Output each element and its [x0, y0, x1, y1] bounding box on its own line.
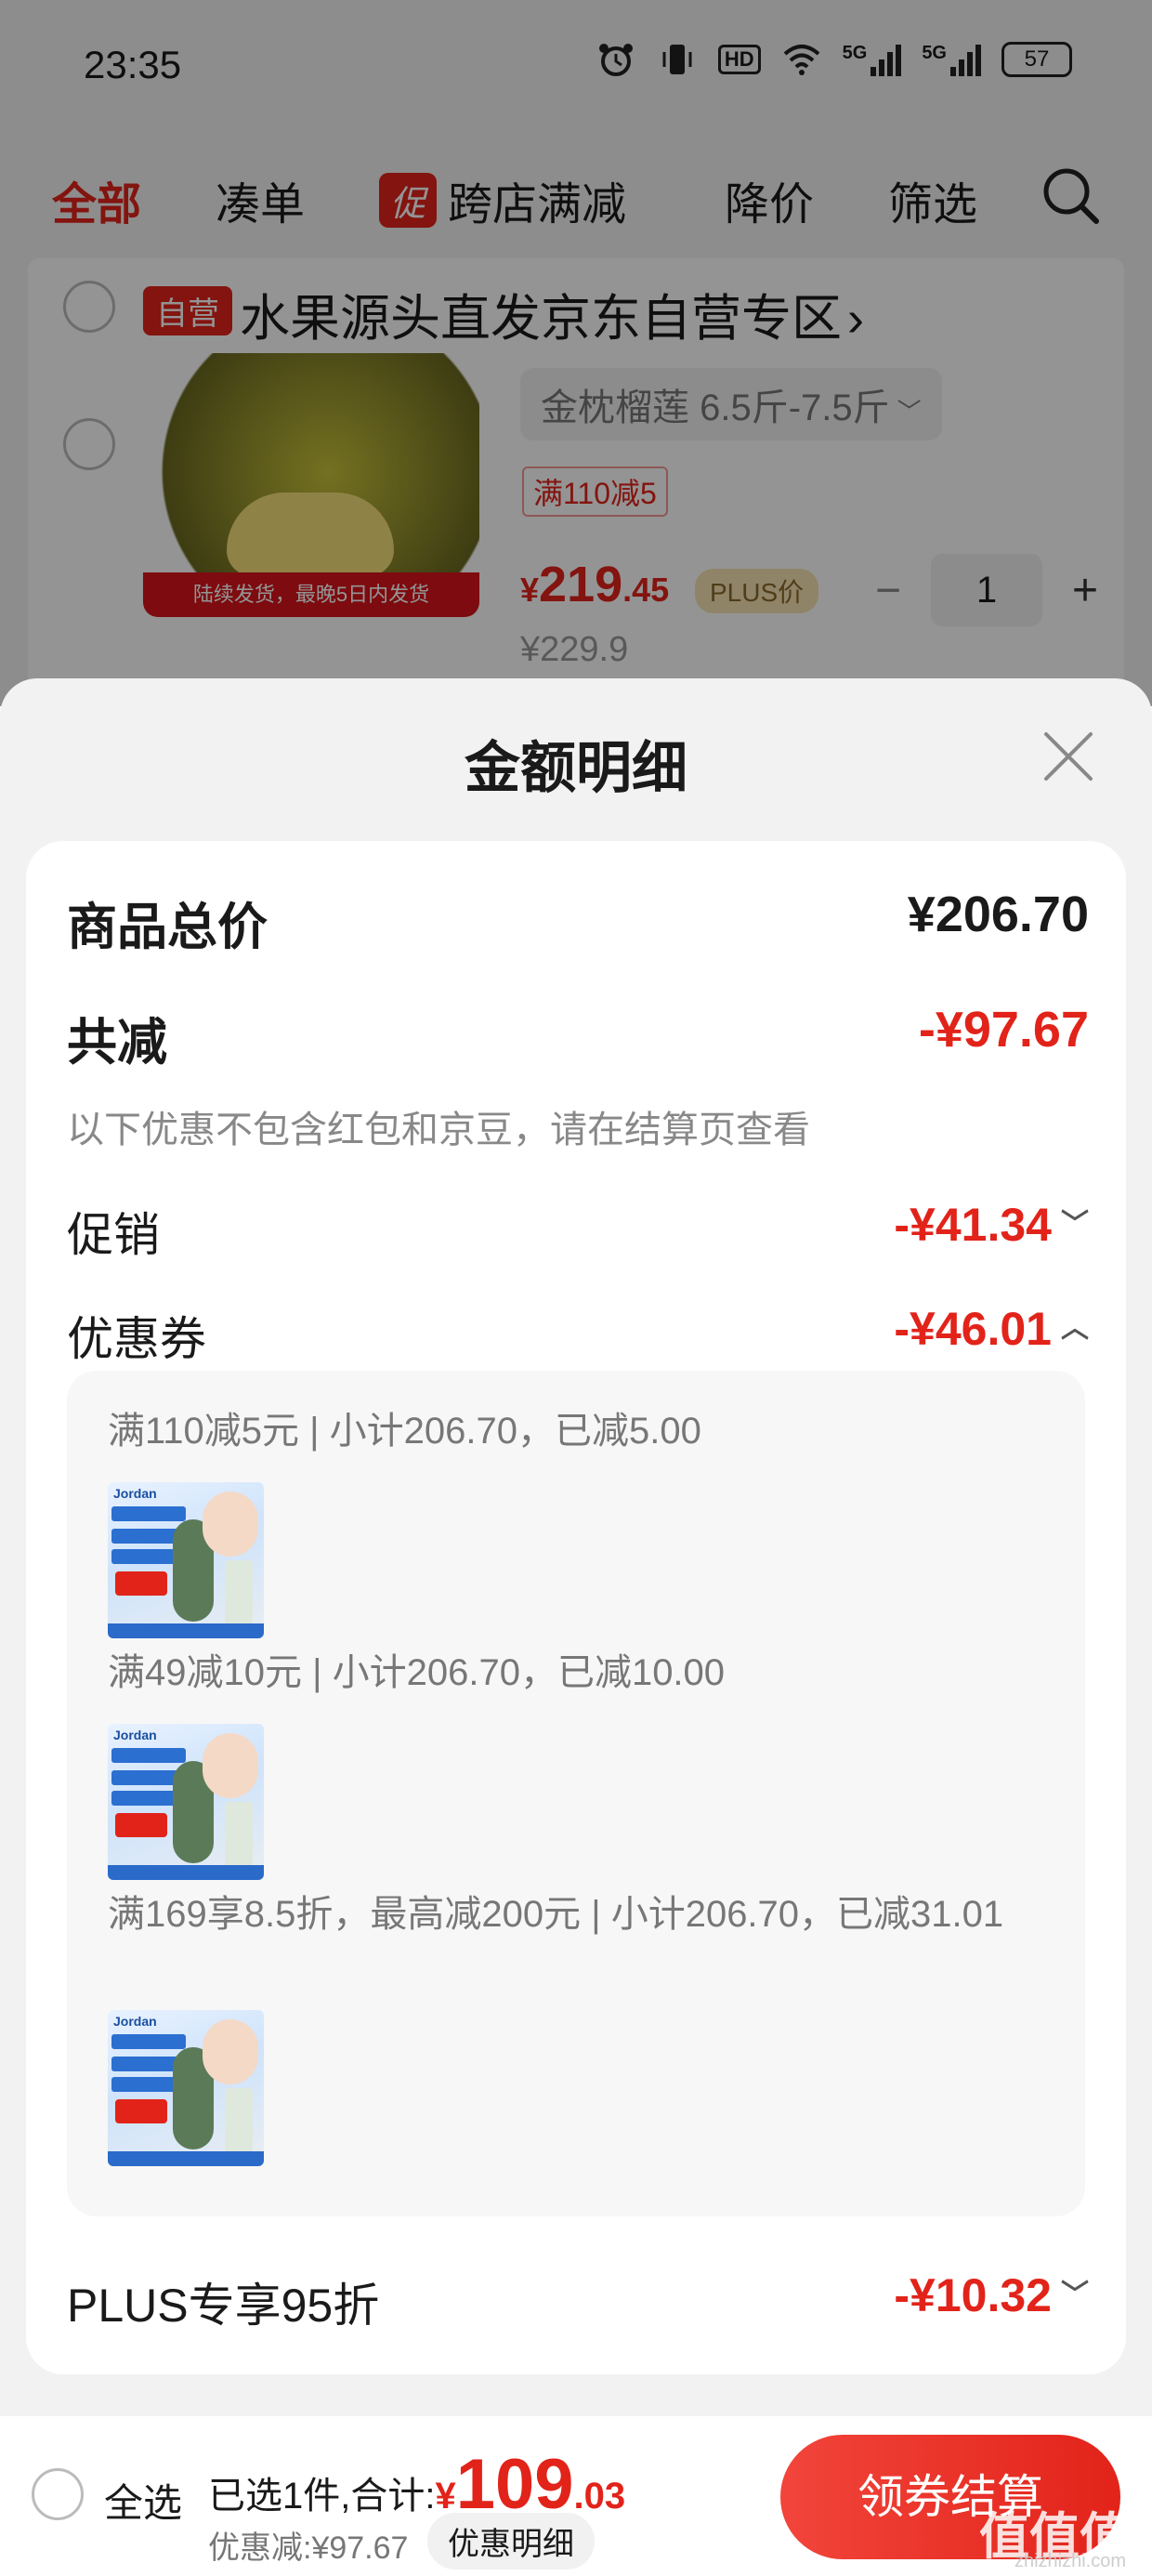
brand-logo-text: Jordan: [113, 2014, 157, 2029]
coupon-product-thumbnail: Jordan: [108, 2010, 264, 2166]
discount-detail-button[interactable]: 优惠明细: [427, 2513, 595, 2569]
coupon-label: 优惠券: [67, 1313, 206, 1365]
coupon-row[interactable]: 优惠券 -¥46.01 ︿: [67, 1302, 1089, 1367]
total-price-label: 商品总价: [67, 900, 268, 955]
brand-logo-text: Jordan: [113, 1728, 157, 1742]
close-icon[interactable]: [1042, 730, 1094, 782]
total-reduction-value: -¥97.67: [918, 1002, 1089, 1058]
modal-overlay[interactable]: [0, 0, 1152, 706]
plus-discount-row[interactable]: PLUS专享95折 -¥10.32 ﹀: [67, 2268, 1089, 2333]
coupon-product-thumbnail: Jordan: [108, 1724, 264, 1880]
plus-discount-value: -¥10.32: [894, 2269, 1052, 2321]
select-all-radio[interactable]: [32, 2468, 84, 2520]
sheet-title: 金额明细: [465, 737, 687, 799]
promotion-value-wrap: -¥41.34 ﹀: [894, 1198, 1089, 1252]
coupon-item-text: 满169享8.5折，最高减200元 | 小计206.70，已减31.01: [108, 1894, 1004, 1935]
price-detail-card: 商品总价 ¥206.70 共减 -¥97.67 以下优惠不包含红包和京豆，请在结…: [26, 841, 1126, 2374]
chevron-down-icon: ﹀: [1061, 1209, 1089, 1240]
promotion-row[interactable]: 促销 -¥41.34 ﹀: [67, 1198, 1089, 1263]
chevron-up-icon: ︿: [1061, 1313, 1089, 1344]
promotion-value: -¥41.34: [894, 1199, 1052, 1251]
total-price-value: ¥206.70: [907, 887, 1089, 942]
coupon-value-wrap: -¥46.01 ︿: [894, 1302, 1089, 1356]
select-all-label[interactable]: 全选: [104, 2472, 182, 2529]
total-price-row: 商品总价 ¥206.70: [67, 886, 1089, 955]
coupon-product-thumbnail: Jordan: [108, 1482, 264, 1638]
price-detail-sheet: 金额明细 商品总价 ¥206.70 共减 -¥97.67 以下优惠不包含红包和京…: [0, 678, 1152, 2576]
reduction-note: 以下优惠不包含红包和京豆，请在结算页查看: [67, 1110, 810, 1150]
coupon-detail-box: 满110减5元 | 小计206.70，已减5.00 Jordan 满49减10元…: [67, 1371, 1085, 2216]
total-summary-label: 已选1件,合计:: [208, 2476, 436, 2517]
total-reduction-label: 共减: [67, 1015, 167, 1071]
plus-discount-label: PLUS专享95折: [67, 2280, 380, 2332]
coupon-item-text: 满49减10元 | 小计206.70，已减10.00: [108, 1652, 726, 1693]
total-currency: ¥: [435, 2476, 456, 2517]
total-reduction-row: 共减 -¥97.67: [67, 1001, 1089, 1071]
watermark-url: zhizhizhi.com: [1014, 2551, 1126, 2571]
coupon-value: -¥46.01: [894, 1303, 1052, 1355]
coupon-item-text: 满110减5元 | 小计206.70，已减5.00: [108, 1411, 701, 1452]
discount-summary: 优惠减:¥97.67: [208, 2530, 409, 2566]
chevron-down-icon: ﹀: [1061, 2280, 1089, 2310]
promotion-label: 促销: [67, 1209, 160, 1261]
plus-discount-value-wrap: -¥10.32 ﹀: [894, 2268, 1089, 2322]
total-amount-decimal: .03: [573, 2476, 626, 2517]
brand-logo-text: Jordan: [113, 1486, 157, 1501]
